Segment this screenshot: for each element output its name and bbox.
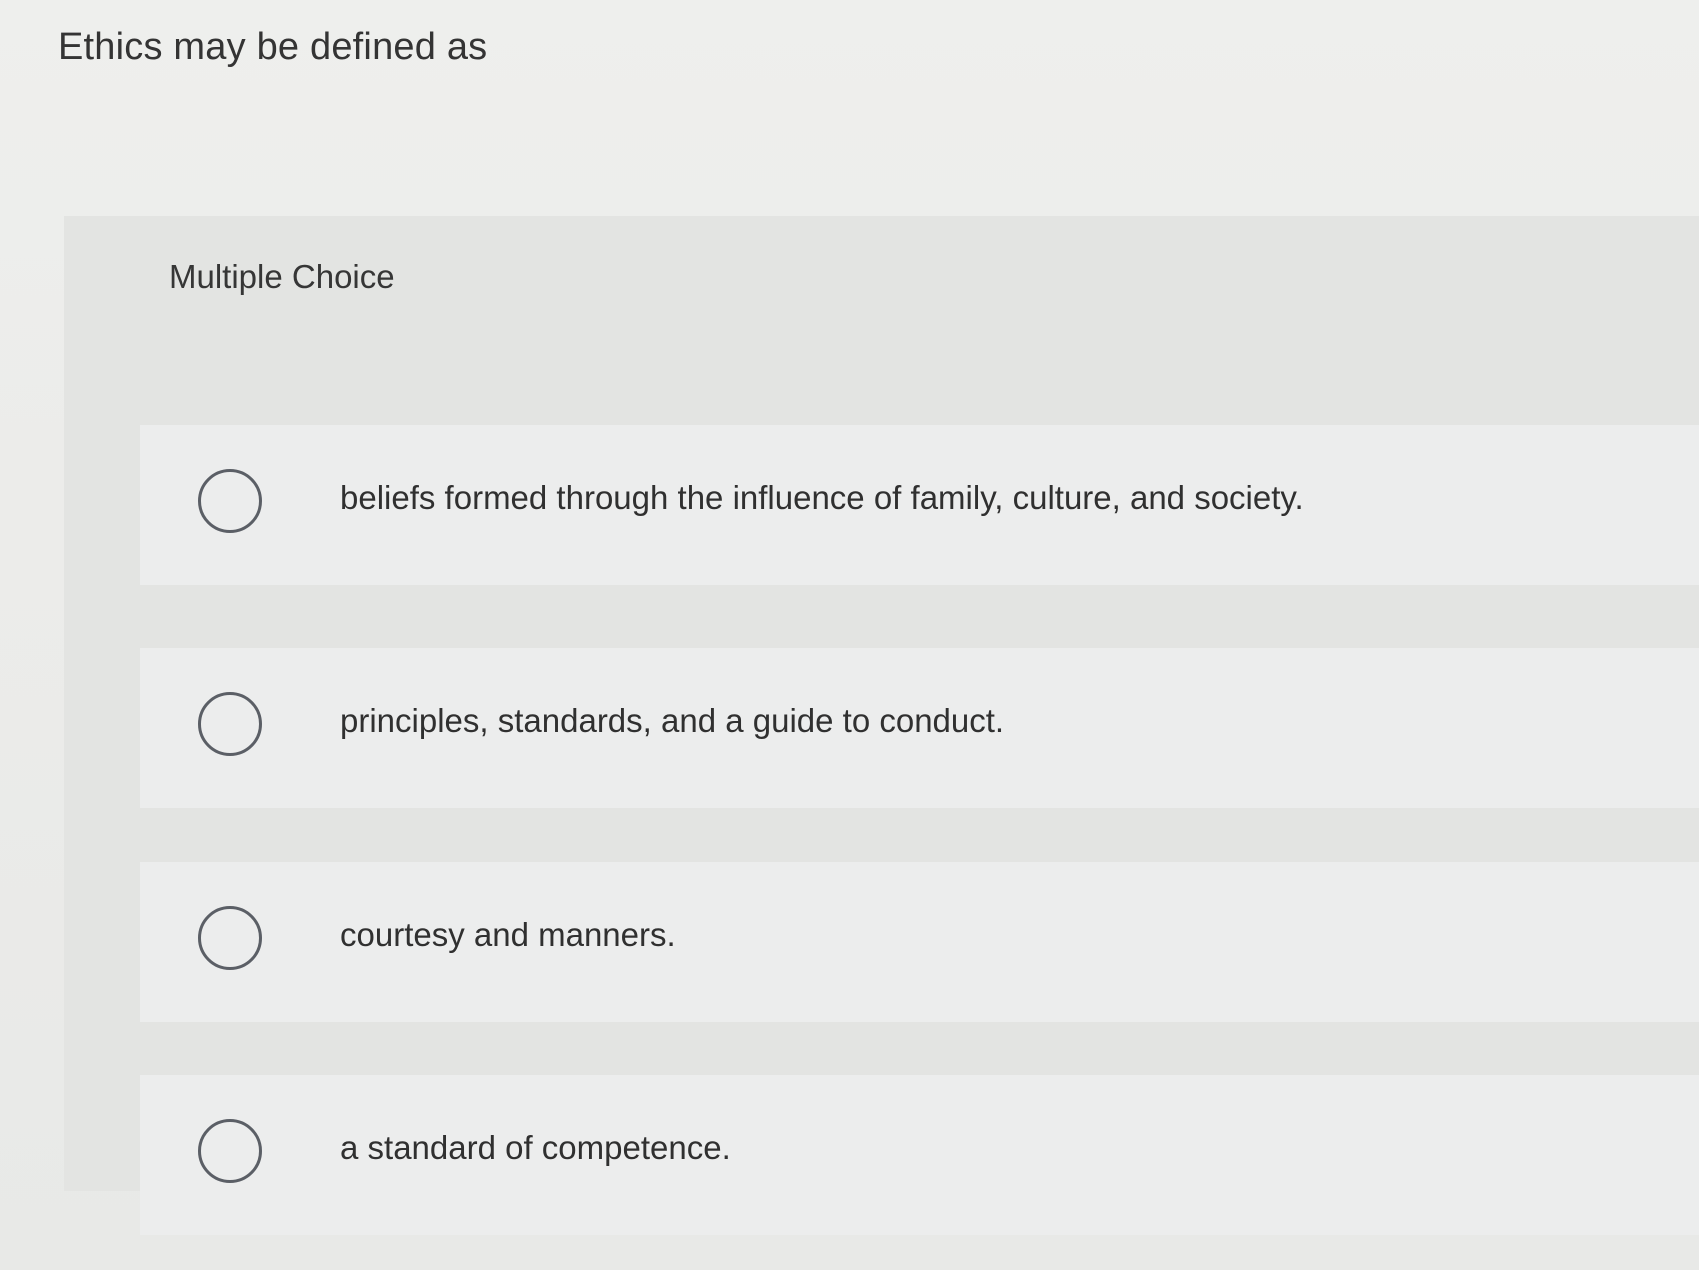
answer-option-3[interactable]: courtesy and manners. (140, 862, 1699, 1022)
radio-button-icon[interactable] (198, 469, 262, 533)
panel-title: Multiple Choice (169, 258, 395, 295)
answer-option-4[interactable]: a standard of competence. (140, 1075, 1699, 1235)
radio-button-icon[interactable] (198, 906, 262, 970)
answer-option-label: a standard of competence. (340, 1129, 731, 1166)
radio-button-icon[interactable] (198, 692, 262, 756)
answer-option-label: beliefs formed through the influence of … (340, 479, 1304, 516)
answer-option-2[interactable]: principles, standards, and a guide to co… (140, 648, 1699, 808)
answer-option-label: principles, standards, and a guide to co… (340, 702, 1005, 739)
answer-option-1[interactable]: beliefs formed through the influence of … (140, 425, 1699, 585)
answer-option-label: courtesy and manners. (340, 916, 676, 953)
quiz-page: Ethics may be defined as Multiple Choice… (0, 0, 1699, 1270)
question-text: Ethics may be defined as (58, 26, 488, 68)
radio-button-icon[interactable] (198, 1119, 262, 1183)
